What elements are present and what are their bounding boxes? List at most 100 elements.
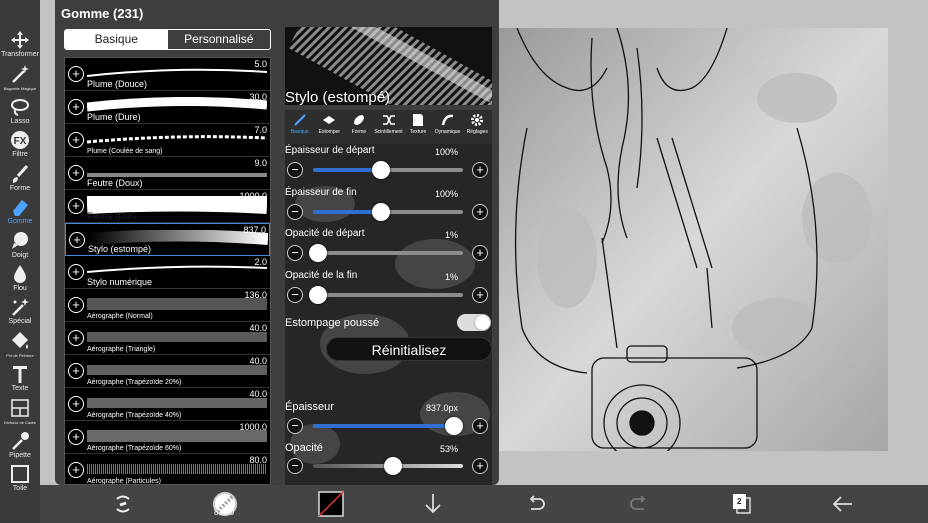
tool-label: Diviseur de Cadre xyxy=(3,420,36,425)
brush-item[interactable]: + 5.0 Plume (Douce) xyxy=(65,58,270,91)
stab-texture[interactable]: Texture xyxy=(403,110,433,144)
stab-smudge[interactable]: Estomper xyxy=(315,110,345,144)
tool-finger[interactable]: Doigt xyxy=(0,231,40,260)
stab-scatter[interactable]: Scintillement xyxy=(374,110,404,144)
add-icon[interactable]: + xyxy=(68,165,84,181)
brush-name: Stylo numérique xyxy=(87,277,153,287)
end-thickness-plus-button[interactable]: + xyxy=(472,204,488,220)
thickness-slider[interactable] xyxy=(313,424,463,428)
brush-category-tabs: Basique Personnalisé xyxy=(64,29,271,50)
download-button[interactable] xyxy=(420,491,446,517)
brush-item[interactable]: + 7.0 Plume (Coulée de sang) xyxy=(65,124,270,157)
settings-tab-label: Réglages xyxy=(466,129,488,135)
brush-icon xyxy=(12,164,29,183)
add-icon[interactable]: + xyxy=(68,198,84,214)
tool-blur[interactable]: Flou xyxy=(0,264,40,293)
undo-button[interactable] xyxy=(523,491,549,517)
slider-knob[interactable] xyxy=(371,203,390,221)
reset-button[interactable]: Réinitialisez xyxy=(326,337,492,361)
tab-custom[interactable]: Personnalisé xyxy=(168,30,271,49)
brush-stroke-preview xyxy=(87,365,267,375)
brush-list[interactable]: + 5.0 Plume (Douce) + 30.0 Plume (Dure) … xyxy=(64,57,271,485)
slider-knob[interactable] xyxy=(308,286,327,304)
brush-item[interactable]: + 30.0 Plume (Dure) xyxy=(65,91,270,124)
tab-basic[interactable]: Basique xyxy=(65,30,168,49)
brush-item[interactable]: + 9.0 Feutre (Doux) xyxy=(65,157,270,190)
slider-knob[interactable] xyxy=(371,161,390,179)
tool-transform[interactable]: Transformer xyxy=(0,30,40,59)
brush-item[interactable]: + 1000.0 Feutre (Dur) xyxy=(65,190,270,223)
smudge-toggle[interactable] xyxy=(457,314,491,331)
add-icon[interactable]: + xyxy=(68,99,84,115)
tool-eyedropper[interactable]: Pipette xyxy=(0,431,40,460)
start-thickness-minus-button[interactable]: − xyxy=(287,162,303,178)
tool-filter[interactable]: FX Filtre xyxy=(0,130,40,159)
stab-settings[interactable]: Réglages xyxy=(462,110,492,144)
stab-shape[interactable]: Forme xyxy=(344,110,374,144)
brush-size: 7.0 xyxy=(254,125,267,135)
brush-item[interactable]: + 2.0 Stylo numérique xyxy=(65,256,270,289)
end-thickness-minus-button[interactable]: − xyxy=(287,204,303,220)
stab-dynamics[interactable]: Dynamique xyxy=(433,110,463,144)
tool-canvas[interactable]: Toile xyxy=(0,464,40,493)
brush-item[interactable]: + 40.0 Aérographe (Triangle) xyxy=(65,322,270,355)
rotate-tool-button[interactable] xyxy=(110,491,136,517)
tool-text[interactable]: Texte xyxy=(0,364,40,393)
tool-special[interactable]: Spécial xyxy=(0,297,40,326)
stab-basic[interactable]: Basique xyxy=(285,110,315,144)
slider-knob[interactable] xyxy=(383,457,402,475)
tool-brush[interactable]: Forme xyxy=(0,164,40,193)
start-opacity-slider[interactable] xyxy=(313,251,463,255)
add-icon[interactable]: + xyxy=(68,66,84,82)
brush-item[interactable]: + 40.0 Aérographe (Trapézoïde 40%) xyxy=(65,388,270,421)
slider-knob[interactable] xyxy=(308,244,327,262)
layers-button[interactable]: 2 xyxy=(728,491,754,517)
brush-size: 1000.0 xyxy=(239,422,267,432)
add-icon[interactable]: + xyxy=(68,462,84,478)
drawing-canvas[interactable] xyxy=(497,28,888,451)
color-button[interactable] xyxy=(318,491,344,517)
start-thickness-plus-button[interactable]: + xyxy=(472,162,488,178)
opacity-minus-button[interactable]: − xyxy=(287,458,303,474)
brush-item[interactable]: + 136.0 Aérographe (Normal) xyxy=(65,289,270,322)
add-icon[interactable]: + xyxy=(68,264,84,280)
add-icon[interactable]: + xyxy=(68,396,84,412)
add-icon[interactable]: + xyxy=(68,297,84,313)
slider-fill xyxy=(313,168,381,172)
add-icon[interactable]: + xyxy=(69,232,85,248)
start-opacity-minus-button[interactable]: − xyxy=(287,245,303,261)
tool-magic-wand[interactable]: Baguette Magique xyxy=(0,64,40,93)
brush-title: Stylo (estompé) xyxy=(285,89,391,106)
settings-tab-label: Texture xyxy=(409,129,427,135)
end-opacity-slider[interactable] xyxy=(313,293,463,297)
add-icon[interactable]: + xyxy=(68,363,84,379)
tool-frame-divider[interactable]: Diviseur de Cadre xyxy=(0,398,40,427)
redo-button[interactable] xyxy=(626,491,652,517)
tool-bucket[interactable]: Pot de Peinture xyxy=(0,331,40,360)
brush-item[interactable]: + 1000.0 Aérographe (Trapézoïde 60%) xyxy=(65,421,270,454)
end-opacity-minus-button[interactable]: − xyxy=(287,287,303,303)
slider-knob[interactable] xyxy=(445,417,463,435)
add-icon[interactable]: + xyxy=(68,429,84,445)
add-icon[interactable]: + xyxy=(68,132,84,148)
end-opacity-plus-button[interactable]: + xyxy=(472,287,488,303)
brush-size: 837.0 xyxy=(243,225,266,235)
thickness-minus-button[interactable]: − xyxy=(287,418,303,434)
tool-label: Pipette xyxy=(9,452,31,459)
tool-lasso[interactable]: Lasso xyxy=(0,97,40,126)
arrow-left-icon xyxy=(832,496,852,512)
start-opacity-plus-button[interactable]: + xyxy=(472,245,488,261)
end-opacity-label: Opacité de la fin xyxy=(285,270,358,281)
thickness-plus-button[interactable]: + xyxy=(472,418,488,434)
brush-item[interactable]: + 837.0 Stylo (estompé) xyxy=(65,223,270,256)
brush-size-button[interactable]: 837.0 xyxy=(212,491,240,519)
back-button[interactable] xyxy=(830,491,856,517)
add-icon[interactable]: + xyxy=(68,330,84,346)
start-thickness-value: 100% xyxy=(434,147,458,157)
finger-icon xyxy=(12,232,28,249)
settings-tab-label: Scintillement xyxy=(374,129,403,135)
tool-eraser[interactable]: Gomme xyxy=(0,197,40,226)
opacity-plus-button[interactable]: + xyxy=(472,458,488,474)
brush-item[interactable]: + 80.0 Aérographe (Particules) xyxy=(65,454,270,484)
brush-item[interactable]: + 40.0 Aérographe (Trapézoïde 20%) xyxy=(65,355,270,388)
